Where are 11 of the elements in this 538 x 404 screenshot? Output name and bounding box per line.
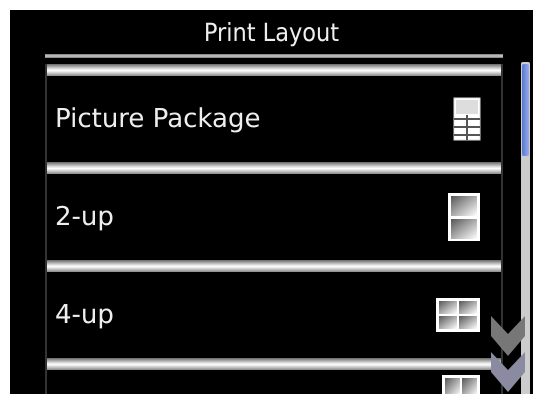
- scroll-down-icon[interactable]: [489, 314, 527, 394]
- scrollbar[interactable]: [521, 62, 530, 394]
- item-label: 4-up: [55, 300, 114, 330]
- screen-title: Print Layout: [202, 17, 340, 49]
- layout-grid-icon: [453, 97, 481, 141]
- scrollbar-thumb[interactable]: [522, 64, 529, 156]
- four-photo-layout-icon: [435, 297, 481, 333]
- item-label: Picture Package: [55, 104, 260, 134]
- item-label: 2-up: [55, 202, 114, 232]
- two-photo-layout-icon: [447, 192, 481, 242]
- two-photo-layout-icon: [441, 374, 481, 394]
